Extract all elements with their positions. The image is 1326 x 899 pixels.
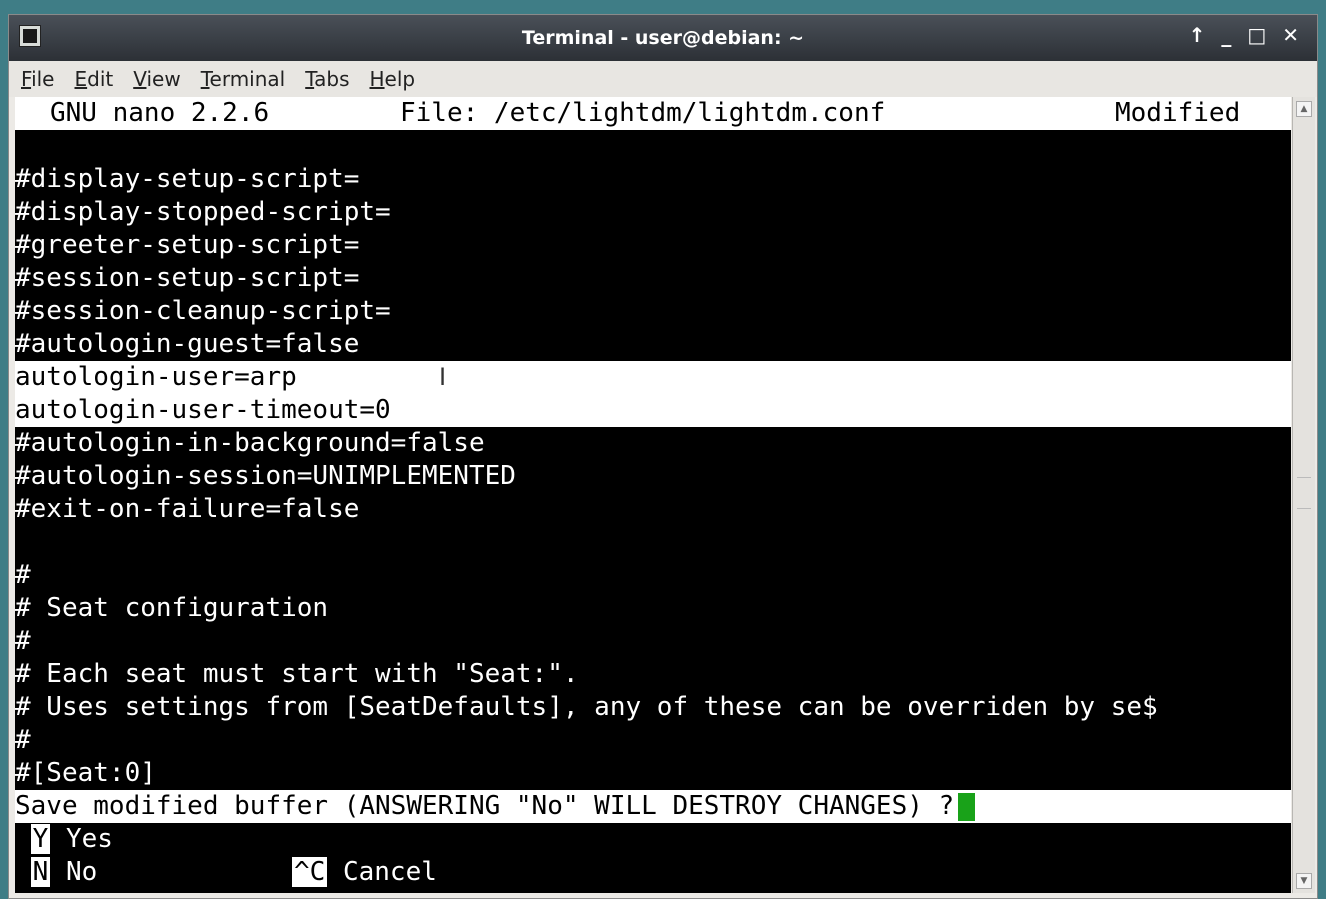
editor-line: #session-cleanup-script= xyxy=(15,296,391,326)
yes-key[interactable]: Y xyxy=(30,824,51,854)
editor-line: # xyxy=(15,560,31,590)
nano-file: File: /etc/lightdm/lightdm.conf xyxy=(400,98,886,128)
no-key[interactable]: N xyxy=(30,857,51,887)
cancel-label: Cancel xyxy=(342,857,437,887)
no-label: No xyxy=(65,857,98,887)
menu-help[interactable]: Help xyxy=(370,67,416,91)
window-controls: ↑ _ □ ✕ xyxy=(1189,23,1299,47)
editor-line-selected: autologin-user=arp xyxy=(15,361,1291,394)
option-yes[interactable]: Y Yes xyxy=(15,823,1291,856)
editor-line: # Seat configuration xyxy=(15,593,329,623)
scroll-up-icon[interactable]: ▲ xyxy=(1296,101,1312,117)
editor-line: #session-setup-script= xyxy=(15,263,360,293)
terminal-window: Terminal - user@debian: ~ ↑ _ □ ✕ File E… xyxy=(8,14,1318,899)
vertical-scrollbar[interactable]: ▲ ▼ xyxy=(1292,97,1315,893)
nano-modified-status: Modified xyxy=(1115,98,1241,128)
nano-header: GNU nano 2.2.6 File: /etc/lightdm/lightd… xyxy=(15,97,1291,130)
option-row-no-cancel: N No ^C Cancel xyxy=(15,856,1291,889)
editor-line: # Each seat must start with "Seat:". xyxy=(15,659,579,689)
title-bar[interactable]: Terminal - user@debian: ~ ↑ _ □ ✕ xyxy=(9,15,1317,61)
yes-label: Yes xyxy=(65,824,113,854)
editor-line: # xyxy=(15,725,31,755)
text-cursor-icon: I xyxy=(439,363,447,391)
nano-version: GNU nano 2.2.6 xyxy=(50,98,270,128)
menu-tabs[interactable]: Tabs xyxy=(305,67,349,91)
window-title: Terminal - user@debian: ~ xyxy=(521,27,805,49)
editor-line: # xyxy=(15,626,31,656)
editor-line: #[Seat:0] xyxy=(15,758,156,788)
menu-view[interactable]: View xyxy=(133,67,180,91)
always-on-top-icon[interactable]: ↑ xyxy=(1189,23,1206,47)
editor-line: #greeter-setup-script= xyxy=(15,230,360,260)
close-icon[interactable]: ✕ xyxy=(1282,23,1299,47)
scrollbar-thumb[interactable] xyxy=(1297,477,1311,509)
editor-line: #display-setup-script= xyxy=(15,164,360,194)
menu-edit[interactable]: Edit xyxy=(74,67,113,91)
menu-terminal[interactable]: Terminal xyxy=(201,67,286,91)
scroll-down-icon[interactable]: ▼ xyxy=(1296,873,1312,889)
menu-bar: File Edit View Terminal Tabs Help xyxy=(9,61,1317,97)
editor-line-selected: autologin-user-timeout=0 xyxy=(15,394,1291,427)
editor-line: #autologin-session=UNIMPLEMENTED xyxy=(15,461,516,491)
cancel-key[interactable]: ^C xyxy=(292,857,328,887)
editor-line: #autologin-in-background=false xyxy=(15,428,485,458)
save-prompt: Save modified buffer (ANSWERING "No" WIL… xyxy=(15,790,1291,823)
editor-line: #display-stopped-script= xyxy=(15,197,391,227)
minimize-icon[interactable]: _ xyxy=(1221,23,1231,47)
menu-file[interactable]: File xyxy=(21,67,54,91)
editor-line: #autologin-guest=false xyxy=(15,329,360,359)
editor-line: # Uses settings from [SeatDefaults], any… xyxy=(15,692,1158,722)
save-prompt-text: Save modified buffer (ANSWERING "No" WIL… xyxy=(15,791,955,821)
terminal-area[interactable]: GNU nano 2.2.6 File: /etc/lightdm/lightd… xyxy=(15,97,1291,893)
editor-line: #exit-on-failure=false xyxy=(15,494,360,524)
input-cursor xyxy=(958,792,976,821)
maximize-icon[interactable]: □ xyxy=(1247,23,1266,47)
